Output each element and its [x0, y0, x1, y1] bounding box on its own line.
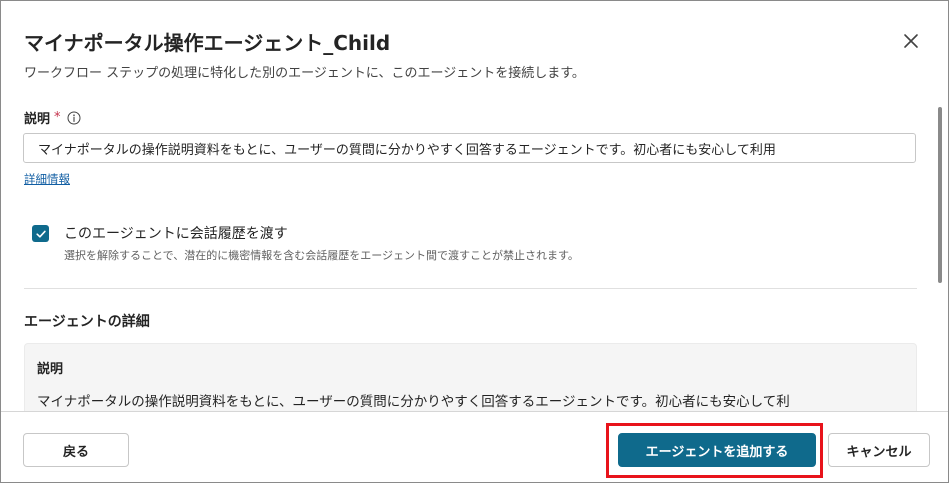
cancel-button[interactable]: キャンセル: [828, 433, 930, 467]
close-button[interactable]: [899, 29, 923, 53]
description-input[interactable]: [23, 133, 916, 163]
pass-history-checkbox[interactable]: [32, 225, 49, 242]
scrollbar-thumb[interactable]: [938, 107, 942, 283]
checkmark-icon: [35, 230, 46, 238]
add-agent-dialog: マイナポータル操作エージェント_Child ワークフロー ステップの処理に特化し…: [0, 0, 949, 483]
info-icon[interactable]: [67, 111, 81, 125]
pass-history-label[interactable]: このエージェントに会話履歴を渡す: [64, 223, 288, 243]
back-button[interactable]: 戻る: [23, 433, 129, 467]
add-agent-button[interactable]: エージェントを追加する: [618, 433, 816, 467]
agent-details-title: エージェントの詳細: [24, 314, 150, 330]
agent-description-text: マイナポータルの操作説明資料をもとに、ユーザーの質問に分かりやすく回答するエージ…: [37, 394, 790, 410]
agent-description-label: 説明: [37, 362, 64, 377]
more-info-link[interactable]: 詳細情報: [24, 171, 70, 187]
pass-history-hint: 選択を解除することで、潜在的に機密情報を含む会話履歴をエージェント間で渡すことが…: [64, 249, 579, 262]
description-label: 説明 *: [24, 108, 81, 127]
close-icon: [904, 34, 918, 48]
required-marker: *: [54, 110, 61, 125]
dialog-title: マイナポータル操作エージェント_Child: [24, 31, 391, 55]
description-label-text: 説明: [24, 112, 51, 127]
section-divider: [24, 288, 917, 289]
dialog-footer: 戻る エージェントを追加する キャンセル: [1, 411, 948, 482]
dialog-subtitle: ワークフロー ステップの処理に特化した別のエージェントに、このエージェントを接続…: [24, 66, 585, 81]
